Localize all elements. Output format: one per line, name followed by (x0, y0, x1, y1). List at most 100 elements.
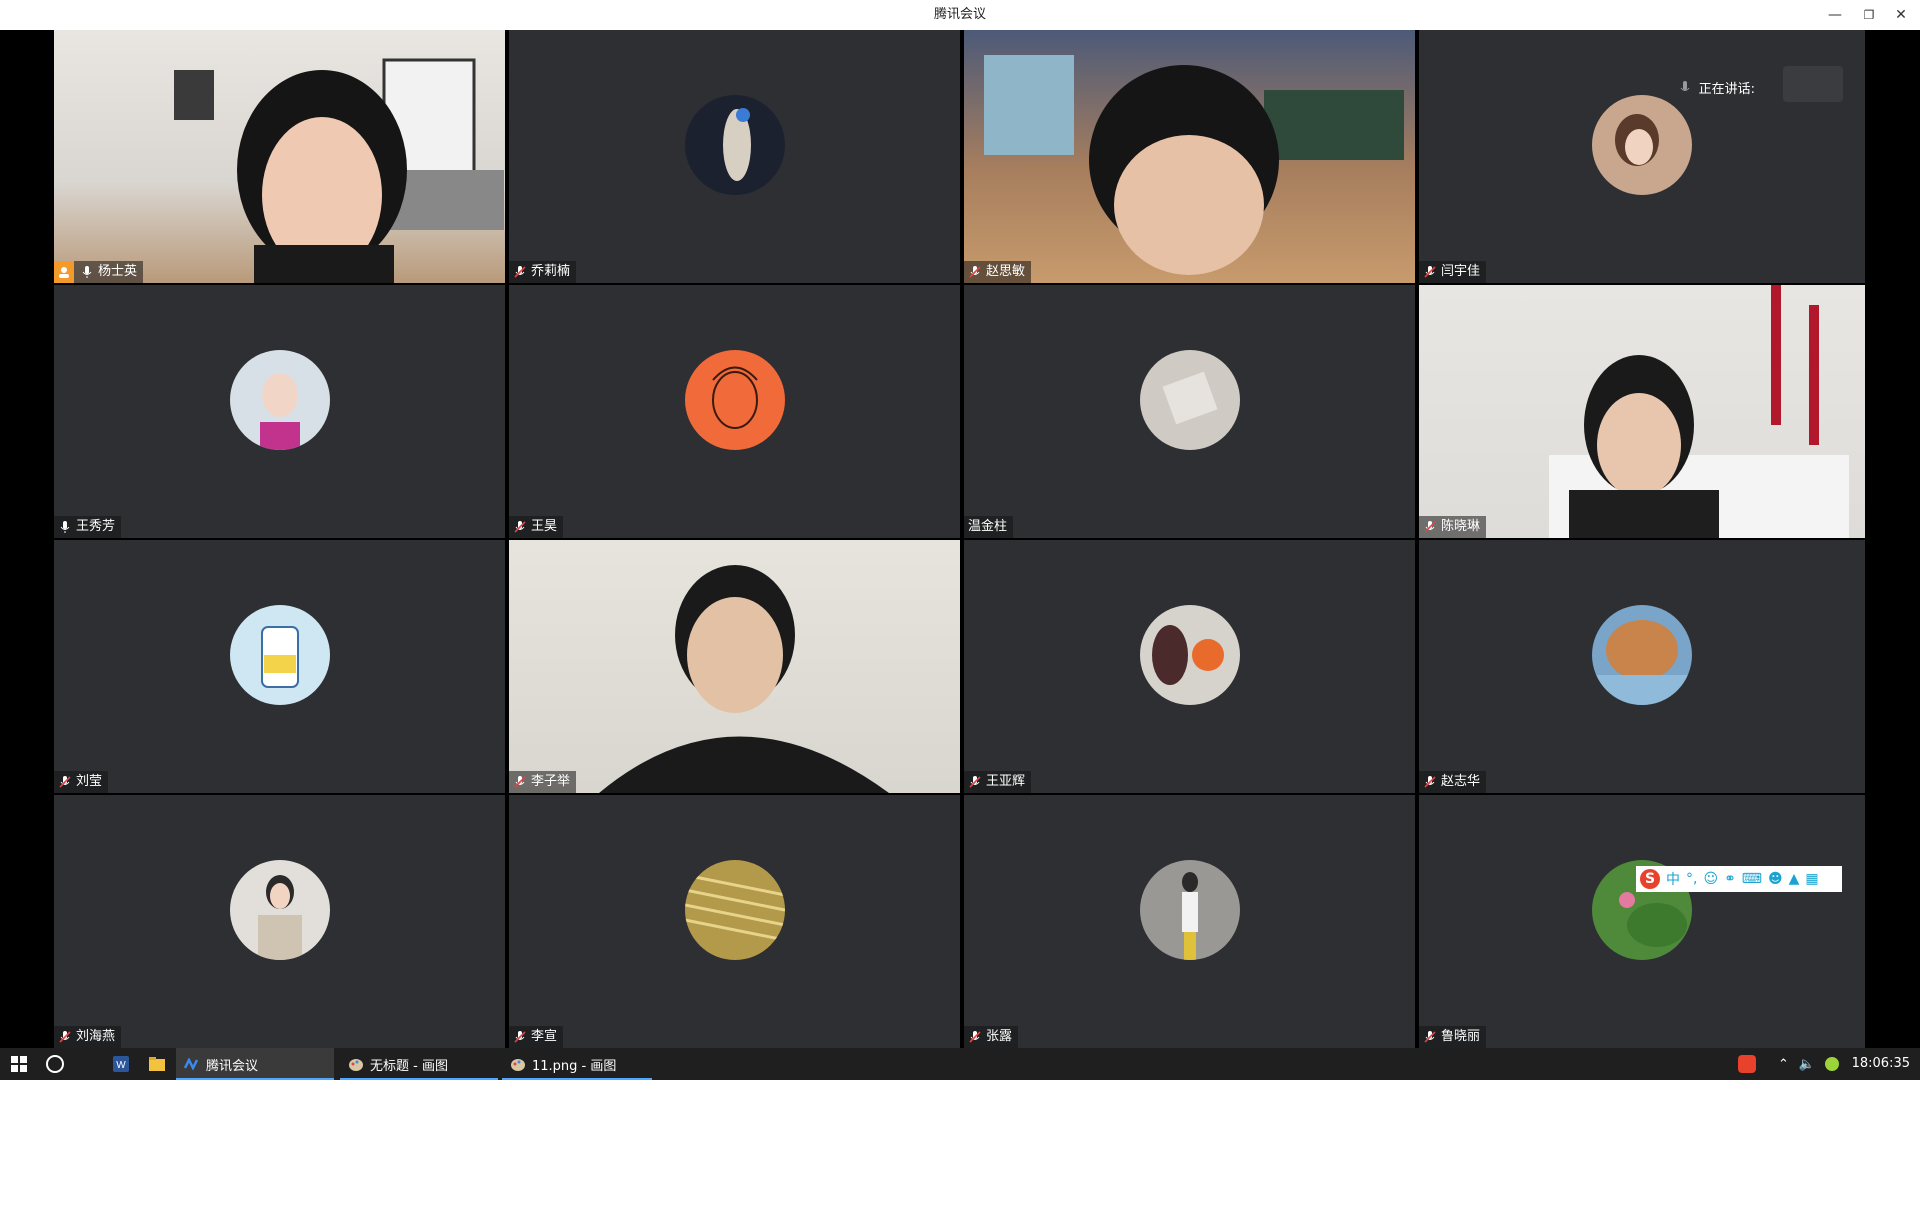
participant-namebar: 王秀芳 (54, 516, 122, 538)
participant-avatar (1139, 604, 1240, 705)
participant-video (984, 55, 1404, 275)
ime-toolbar[interactable]: S 中 °, ☺ ⚭ ⌨ ☻ ▲ ▦ (1636, 866, 1842, 892)
microphone-muted-icon (514, 776, 526, 788)
participant-namebar: 赵志华 (1419, 771, 1487, 793)
participant-video (1549, 285, 1849, 538)
participant-namebar: 闫宇佳 (1419, 261, 1487, 283)
participant-tile[interactable]: 鲁晓丽 (1419, 795, 1865, 1048)
participant-namebar: 鲁晓丽 (1419, 1026, 1487, 1048)
microphone-icon (60, 521, 70, 533)
participant-avatar (1592, 94, 1692, 195)
microphone-muted-icon (969, 1031, 981, 1043)
participant-tile[interactable]: 乔莉楠 (509, 30, 960, 283)
participant-namebar: 王亚辉 (964, 771, 1032, 793)
participant-name: 刘莹 (76, 774, 103, 789)
participant-name: 王亚辉 (986, 774, 1026, 789)
window-title: 腾讯会议 (933, 7, 986, 22)
user-icon[interactable]: ☻ (1768, 871, 1783, 887)
participant-video (599, 565, 889, 793)
participant-tile[interactable]: 赵思敏 (964, 30, 1415, 283)
participant-grid: 杨士英 乔莉楠 赵思敏 闫宇佳 正在讲话: 王秀芳 王昊 温金柱 陈晓琳 刘莹 … (54, 30, 1865, 1048)
taskbar-item-label: 无标题 - 画图 (370, 1058, 448, 1074)
minimize-button[interactable]: — (1820, 0, 1850, 30)
toolbox-icon[interactable]: ▦ (1805, 871, 1818, 887)
skin-icon[interactable]: ▲ (1789, 871, 1800, 887)
emoji-icon[interactable]: ☺ (1703, 871, 1718, 887)
meeting-stage: 杨士英 乔莉楠 赵思敏 闫宇佳 正在讲话: 王秀芳 王昊 温金柱 陈晓琳 刘莹 … (0, 30, 1920, 1048)
participant-tile[interactable]: 刘海燕 (54, 795, 505, 1048)
open-indicator (340, 1078, 498, 1080)
participant-avatar (1139, 349, 1240, 450)
participant-tile[interactable]: 张露 (964, 795, 1415, 1048)
ime-mode[interactable]: 中 (1666, 869, 1680, 889)
start-button[interactable] (8, 1048, 30, 1080)
taskbar-item-paint-1[interactable]: 无标题 - 画图 (340, 1048, 498, 1080)
participant-tile[interactable]: 王秀芳 (54, 285, 505, 538)
participant-tile[interactable]: 温金柱 (964, 285, 1415, 538)
voice-icon[interactable]: ⚭ (1724, 871, 1736, 887)
participant-avatar (684, 94, 785, 195)
participant-tile[interactable]: 李宣 (509, 795, 960, 1048)
microphone-muted-icon (1424, 1031, 1436, 1043)
windows-icon (11, 1056, 27, 1072)
participant-avatar (684, 349, 785, 450)
sogou-logo-icon[interactable]: S (1640, 869, 1660, 889)
punctuation-icon[interactable]: °, (1686, 871, 1697, 887)
paint-icon (349, 1059, 363, 1071)
participant-namebar: 赵思敏 (964, 261, 1032, 283)
participant-name: 乔莉楠 (531, 264, 571, 279)
restore-button[interactable]: ❐ (1854, 0, 1884, 30)
taskbar-item-paint-2[interactable]: 11.png - 画图 (502, 1048, 652, 1080)
app-logo-icon (1783, 66, 1843, 102)
window-titlebar: 腾讯会议 — ❐ ✕ (0, 0, 1920, 31)
participant-tile[interactable]: 李子举 (509, 540, 960, 793)
participant-namebar: 温金柱 (964, 516, 1014, 538)
participant-name: 王秀芳 (76, 519, 116, 534)
participant-video (174, 58, 504, 283)
participant-tile[interactable]: 王昊 (509, 285, 960, 538)
participant-tile[interactable]: 陈晓琳 (1419, 285, 1865, 538)
microphone-muted-icon (969, 266, 981, 278)
tencent-meeting-icon (184, 1058, 199, 1070)
participant-tile[interactable]: 王亚辉 (964, 540, 1415, 793)
participant-name: 鲁晓丽 (1441, 1029, 1481, 1044)
participant-avatar (1139, 859, 1240, 960)
participant-tile[interactable]: 杨士英 (54, 30, 505, 283)
participant-name: 闫宇佳 (1441, 264, 1481, 279)
host-badge-icon (54, 261, 74, 283)
active-indicator (176, 1078, 334, 1080)
microphone-muted-icon (1424, 776, 1436, 788)
open-indicator (502, 1078, 652, 1080)
microphone-muted-icon (1424, 521, 1436, 533)
participant-tile[interactable]: 刘莹 (54, 540, 505, 793)
speaking-indicator: 正在讲话: (1679, 78, 1755, 97)
participant-tile[interactable]: 闫宇佳 正在讲话: (1419, 30, 1865, 283)
file-explorer-button[interactable] (146, 1048, 168, 1080)
microphone-muted-icon (514, 521, 526, 533)
participant-namebar: 李宣 (509, 1026, 564, 1048)
search-app-button[interactable] (44, 1048, 66, 1080)
paint-icon (511, 1059, 525, 1071)
folder-icon (149, 1057, 165, 1071)
microphone-muted-icon (969, 776, 981, 788)
participant-tile[interactable]: 赵志华 (1419, 540, 1865, 793)
microphone-icon (1680, 80, 1689, 91)
participant-name: 李宣 (531, 1029, 558, 1044)
chevron-up-icon[interactable]: ⌃ (1778, 1057, 1789, 1072)
participant-namebar: 刘海燕 (54, 1026, 122, 1048)
taskbar-item-meeting[interactable]: 腾讯会议 (176, 1048, 334, 1080)
taskbar-item-label: 11.png - 画图 (532, 1058, 617, 1074)
clock[interactable]: 18:06:35 (1852, 1048, 1910, 1080)
participant-name: 赵志华 (1441, 774, 1481, 789)
taskbar-item-label: 腾讯会议 (206, 1058, 259, 1074)
svg-text:W: W (116, 1060, 126, 1071)
microphone-muted-icon (1424, 266, 1436, 278)
close-button[interactable]: ✕ (1886, 0, 1916, 30)
volume-icon[interactable]: 🔈 (1799, 1057, 1815, 1072)
keyboard-icon[interactable]: ⌨ (1742, 871, 1762, 887)
participant-namebar: 刘莹 (54, 771, 109, 793)
sogou-tray-icon[interactable] (1738, 1055, 1756, 1073)
network-status-icon[interactable] (1825, 1057, 1840, 1071)
word-button[interactable]: W (110, 1048, 132, 1080)
participant-namebar: 乔莉楠 (509, 261, 577, 283)
